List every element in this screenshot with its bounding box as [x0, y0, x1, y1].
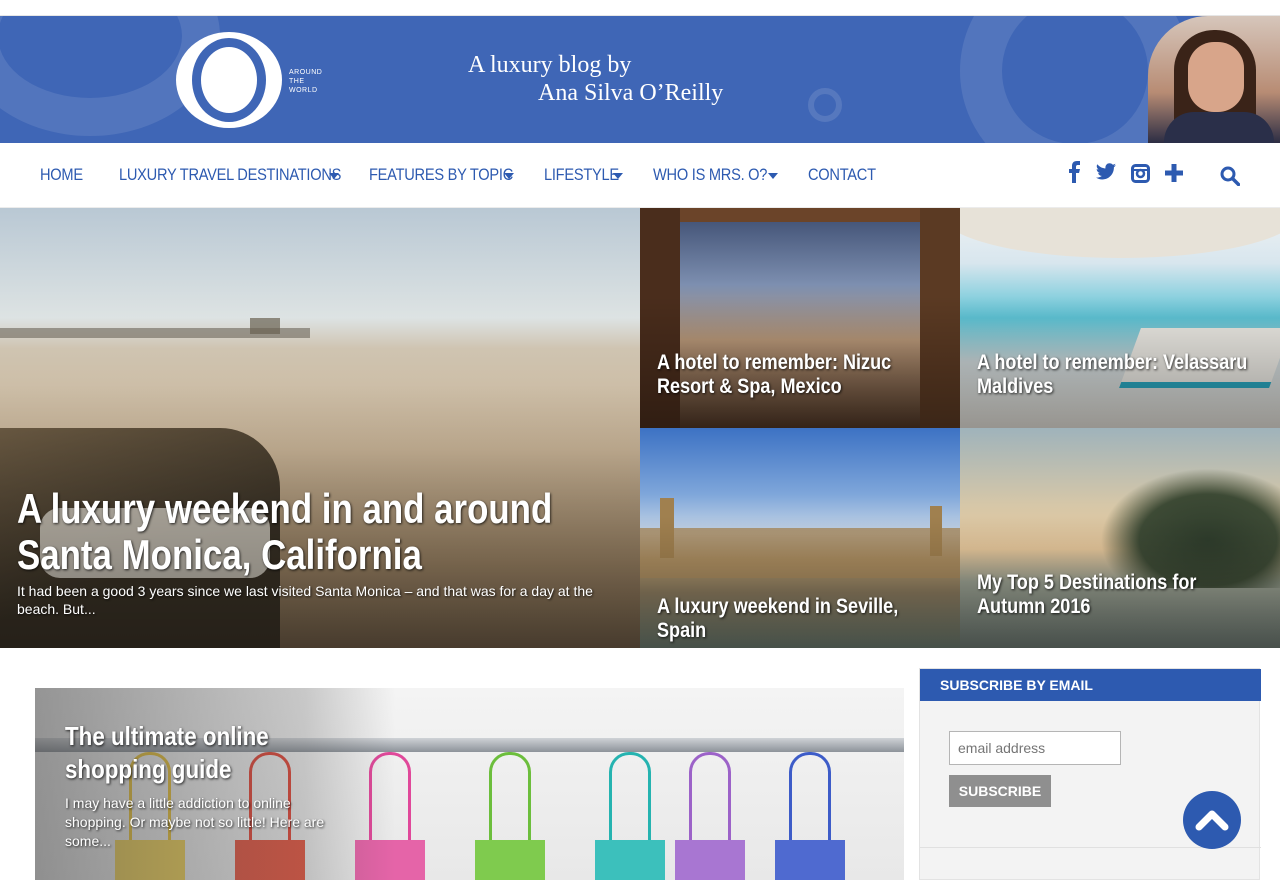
shopping-bag-image [475, 752, 545, 880]
shopping-bag-image [595, 752, 665, 880]
hero-tile-autumn[interactable]: My Top 5 Destinations for Autumn 2016 [960, 428, 1280, 648]
featured-excerpt: I may have a little addiction to online … [65, 795, 325, 849]
nav-item-luxury-travel-destinations[interactable]: LUXURY TRAVEL DESTINATIONS [119, 165, 341, 185]
instagram-icon[interactable] [1131, 164, 1150, 183]
plus-icon[interactable] [1165, 164, 1183, 182]
back-to-top-button[interactable] [1183, 791, 1241, 849]
hero-main-post[interactable]: A luxury weekend in and around Santa Mon… [0, 208, 640, 648]
search-icon[interactable] [1220, 166, 1240, 186]
facebook-icon[interactable] [1068, 161, 1080, 183]
top-strip [0, 0, 1280, 16]
subscribe-heading: SUBSCRIBE BY EMAIL [920, 669, 1261, 701]
hero-main-title[interactable]: A luxury weekend in and around Santa Mon… [17, 486, 598, 578]
hero-tile-title[interactable]: A hotel to remember: Nizuc Resort & Spa,… [657, 351, 941, 399]
hero-main-excerpt: It had been a good 3 years since we last… [17, 583, 593, 617]
hero-tile-velassaru[interactable]: A hotel to remember: Velassaru Maldives [960, 208, 1280, 428]
site-banner: Mrs. AROUND THE WORLD A luxury blog by A… [0, 16, 1280, 143]
decorative-swirl [808, 88, 842, 122]
shopping-bag-image [775, 752, 845, 880]
hero-tile-title[interactable]: My Top 5 Destinations for Autumn 2016 [977, 571, 1261, 619]
nav-item-home[interactable]: HOME [40, 165, 83, 185]
nav-item-lifestyle[interactable]: LIFESTYLE [544, 165, 619, 185]
hero-tile-seville[interactable]: A luxury weekend in Seville, Spain [640, 428, 960, 648]
featured-title[interactable]: The ultimate online shopping guide [65, 720, 366, 786]
nav-item-who-is-mrs-o[interactable]: WHO IS MRS. O? [653, 165, 767, 185]
chevron-down-icon[interactable] [504, 173, 514, 179]
author-portrait [1148, 16, 1280, 143]
shopping-bag-image [675, 752, 745, 880]
chevron-up-icon [1195, 810, 1229, 831]
hero-tile-title[interactable]: A hotel to remember: Velassaru Maldives [977, 351, 1261, 399]
featured-post[interactable]: The ultimate online shopping guide I may… [35, 688, 904, 880]
nav-item-features-by-topic[interactable]: FEATURES BY TOPIC [369, 165, 513, 185]
main-nav: HOME LUXURY TRAVEL DESTINATIONS FEATURES… [0, 143, 1280, 208]
subscribe-button[interactable]: SUBSCRIBE [949, 775, 1051, 807]
tagline-line2: Ana Silva O’Reilly [538, 80, 724, 106]
nav-item-contact[interactable]: CONTACT [808, 165, 876, 185]
twitter-icon[interactable] [1096, 163, 1116, 181]
logo-text: Mrs. [210, 64, 248, 86]
chevron-down-icon[interactable] [613, 173, 623, 179]
chevron-down-icon[interactable] [768, 173, 778, 179]
logo-side-text: AROUND THE WORLD [289, 69, 323, 94]
hero-tile-nizuc[interactable]: A hotel to remember: Nizuc Resort & Spa,… [640, 208, 960, 428]
chevron-down-icon[interactable] [329, 173, 339, 179]
email-field[interactable] [949, 731, 1121, 765]
tagline-line1: A luxury blog by [468, 52, 632, 78]
hero-tile-title[interactable]: A luxury weekend in Seville, Spain [657, 595, 941, 643]
